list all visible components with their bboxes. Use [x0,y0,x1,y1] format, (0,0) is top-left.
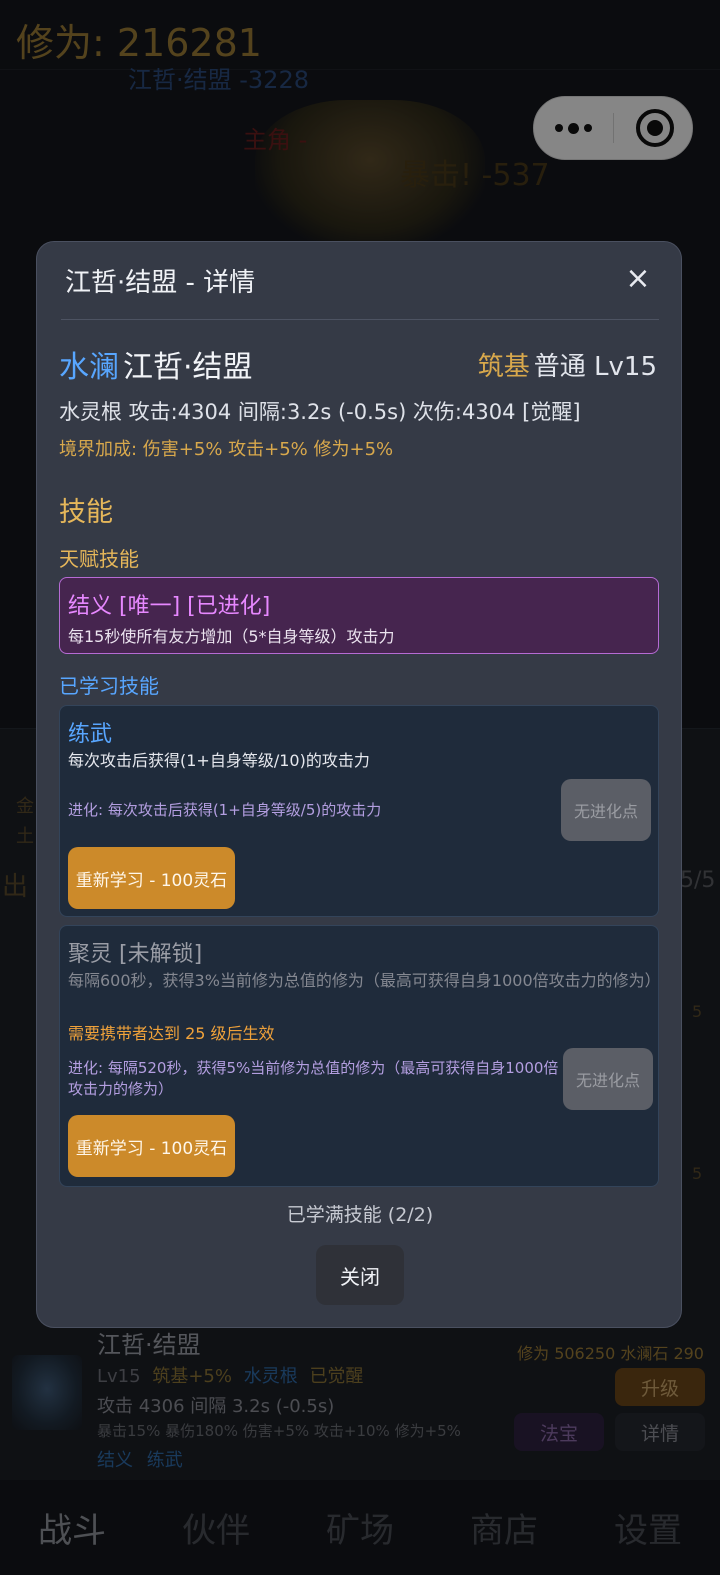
skills-section-title: 技能 [59,497,113,528]
element-tag: 水澜 [59,350,119,385]
modal-title: 江哲·结盟 - 详情 [65,268,256,298]
relearn-button[interactable]: 重新学习 - 100灵石 [68,847,235,909]
evolve-button[interactable]: 无进化点 [561,779,651,841]
talent-skill-desc: 每15秒使所有友方增加（5*自身等级）攻击力 [68,627,395,646]
evolve-button[interactable]: 无进化点 [563,1048,653,1110]
talent-skill-card: 结义 [唯一] [已进化] 每15秒使所有友方增加（5*自身等级）攻击力 [59,577,659,654]
talent-skill-title: 天赋技能 [59,547,139,571]
learned-full-status: 已学满技能 (2/2) [286,1204,434,1226]
close-icon[interactable]: × [623,264,653,294]
skill-card: 练武 每次攻击后获得(1+自身等级/10)的攻击力 进化: 每次攻击后获得(1+… [59,705,659,917]
stats-line: 水灵根 攻击:4304 间隔:3.2s (-0.5s) 次伤:4304 [觉醒] [59,400,581,424]
close-button[interactable]: 关闭 [316,1245,404,1305]
modal-header: 江哲·结盟 - 详情 × [61,242,659,320]
talent-skill-name: 结义 [唯一] [已进化] [68,594,271,619]
relearn-button[interactable]: 重新学习 - 100灵石 [68,1115,235,1177]
skill-card-locked: 聚灵 [未解锁] 每隔600秒，获得3%当前修为总值的修为（最高可获得自身100… [59,925,661,1187]
skill-evolve-desc: 进化: 每隔520秒，获得5%当前修为总值的修为（最高可获得自身1000倍攻击力… [68,1059,559,1098]
partner-name-line: 水澜 江哲·结盟 [59,342,253,386]
learned-skills-title: 已学习技能 [59,674,159,698]
skill-name: 练武 [68,722,113,747]
partner-name: 江哲·结盟 [123,350,253,385]
grade-level: 普通 Lv15 [533,352,657,382]
skill-requirement: 需要携带者达到 25 级后生效 [68,1024,275,1043]
skill-name: 聚灵 [未解锁] [68,942,203,967]
realm-tag: 筑基 [477,352,530,382]
skill-desc: 每次攻击后获得(1+自身等级/10)的攻击力 [68,751,370,770]
rank-line: 筑基 普通 Lv15 [478,346,657,383]
skill-desc: 每隔600秒，获得3%当前修为总值的修为（最高可获得自身1000倍攻击力的修为） [68,971,661,990]
realm-bonus-line: 境界加成: 伤害+5% 攻击+5% 修为+5% [59,439,394,460]
partner-detail-modal: 江哲·结盟 - 详情 × 水澜 江哲·结盟 筑基 普通 Lv15 水灵根 攻击:43… [36,241,682,1328]
skill-evolve-desc: 进化: 每次攻击后获得(1+自身等级/5)的攻击力 [68,801,382,819]
